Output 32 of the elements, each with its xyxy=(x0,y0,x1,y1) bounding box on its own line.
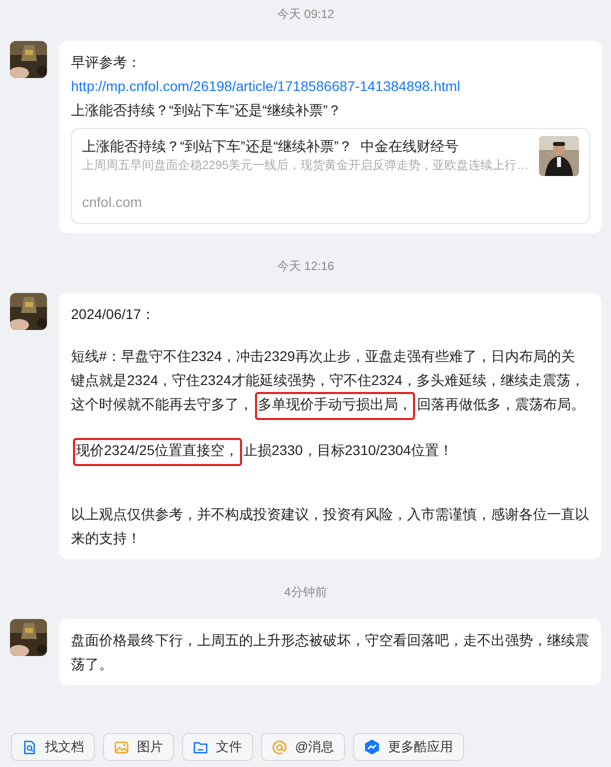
card-source: cnfol.com xyxy=(82,193,142,212)
card-summary: 上周周五早间盘面企稳2295美元一线后，现货黄金开启反弹走势，亚欧盘连续上行… xyxy=(82,157,529,174)
image-icon xyxy=(114,740,129,754)
link-card[interactable]: 上涨能否持续？“到站下车”还是“继续补票”？ 中金在线财经号 上周周五早间盘面企稳2295美元一线后，现货黄金开启反弹走势，亚欧盘连续上行… cnfol.com xyxy=(71,128,590,224)
toolbar-button[interactable]: 文件 xyxy=(182,733,253,761)
card-title: 上涨能否持续？“到站下车”还是“继续补票”？ 中金在线财经号 xyxy=(82,137,458,156)
highlighted-text: 现价2324/25位置直接空， xyxy=(73,438,242,466)
message-text: 荡了。 xyxy=(71,655,113,674)
message-text: 止损2330，目标2310/2304位置！ xyxy=(244,441,453,460)
document-search-icon xyxy=(22,740,37,754)
timestamp: 今天 09:12 xyxy=(276,7,334,21)
message-text: 回落再做低多，震荡布局。 xyxy=(417,395,585,414)
timestamp: 今天 12:16 xyxy=(276,259,334,273)
message-text: 上涨能否持续？“到站下车”还是“继续补票”？ xyxy=(71,101,342,120)
message-text: 盘面价格最终下行，上周五的上升形态被破坏，守空看回落吧，走不出强势，继续震 xyxy=(71,631,589,650)
message-text: 以上观点仅供参考，并不构成投资建议，投资有风险，入市需谨慎，感谢各位一直以 xyxy=(71,505,589,524)
toolbar-button[interactable]: @消息 xyxy=(261,733,346,761)
message-text: 短线#：早盘守不住2324，冲击2329再次止步，亚盘走强有些难了，日内布局的关 xyxy=(71,347,576,366)
toolbar-button[interactable]: 更多酷应用 xyxy=(353,733,464,761)
toolbar-button[interactable]: 图片 xyxy=(103,733,174,761)
message-text: 2024/06/17： xyxy=(71,305,156,324)
hexagon-icon xyxy=(364,739,380,755)
toolbar-button[interactable]: 找文档 xyxy=(11,733,95,761)
at-sign-icon xyxy=(272,740,287,754)
message-text: 键点就是2324，守住2324才能延续强势，守不住2324，多头难延续，继续走震荡， xyxy=(71,371,584,390)
highlighted-text: 多单现价手动亏损出局， xyxy=(255,392,415,420)
message-text: 这个时候就不能再去守多了， xyxy=(71,395,253,414)
message-text: 早评参考： xyxy=(71,53,141,72)
folder-icon xyxy=(193,740,208,754)
timestamp: 4分钟前 xyxy=(284,585,327,599)
link[interactable]: http://mp.cnfol.com/26198/article/1718586687-141384898.html xyxy=(71,74,460,98)
message-text: 来的支持！ xyxy=(71,529,141,548)
